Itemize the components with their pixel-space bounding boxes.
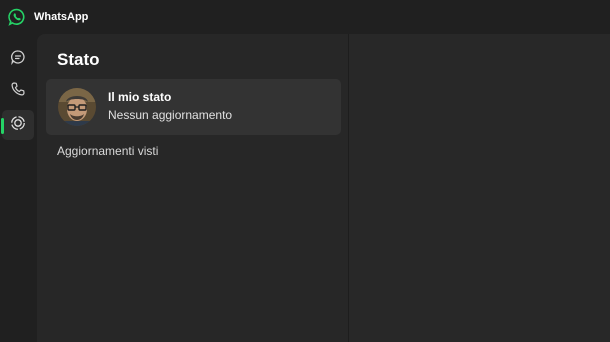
title-bar: WhatsApp — [0, 0, 610, 34]
detail-pane — [349, 34, 610, 342]
status-icon — [10, 115, 26, 136]
avatar — [58, 88, 96, 126]
page-title: Stato — [57, 50, 100, 69]
phone-icon — [10, 81, 26, 102]
my-status-item[interactable]: Il mio stato Nessun aggiornamento — [46, 79, 341, 135]
navigation-rail — [0, 34, 37, 342]
rail-item-calls[interactable] — [2, 76, 34, 106]
my-status-subtitle: Nessun aggiornamento — [108, 108, 233, 122]
app-title: WhatsApp — [34, 11, 89, 23]
chats-icon — [10, 49, 26, 70]
rail-item-status[interactable] — [2, 110, 34, 140]
rail-item-chats[interactable] — [2, 44, 34, 74]
status-panel: Stato Il mio stato Nessun aggiornamento … — [37, 34, 348, 342]
my-status-name: Il mio stato — [108, 90, 172, 104]
whatsapp-logo-icon — [8, 8, 26, 26]
viewed-updates-header: Aggiornamenti visti — [57, 144, 159, 158]
active-indicator — [1, 118, 4, 134]
